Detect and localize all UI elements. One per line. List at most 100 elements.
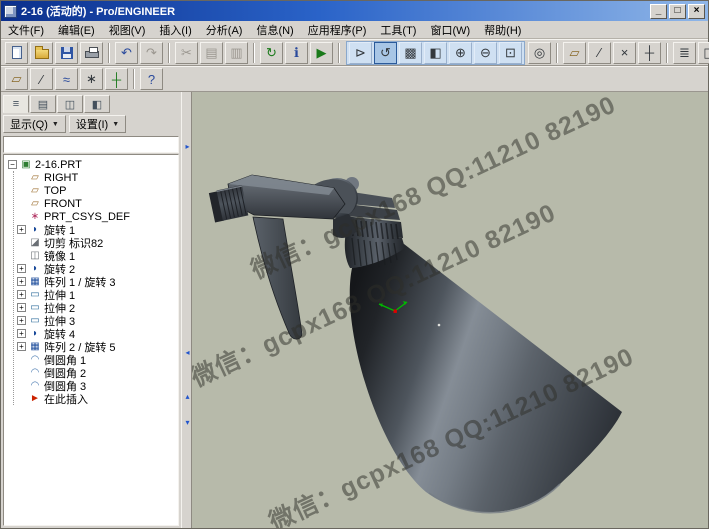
menu-item-file[interactable]: 文件(F)	[1, 20, 51, 40]
favorites-tab[interactable]: ◫	[57, 95, 83, 113]
part-icon: ▣	[20, 159, 32, 170]
tree-item[interactable]: ▱ FRONT	[14, 197, 177, 210]
shaded-display-button[interactable]: ◧	[424, 42, 447, 64]
menu-item-edit[interactable]: 编辑(E)	[51, 20, 102, 40]
graphics-viewport[interactable]: 微信：gcpx168 QQ:11210 82190 微信：gcpx168 QQ:…	[192, 92, 708, 528]
redo-button[interactable]: ↷	[140, 42, 163, 64]
undo-button[interactable]: ↶	[115, 42, 138, 64]
expand-icon[interactable]: +	[17, 264, 26, 273]
tree-item[interactable]: + ▦ 阵列 1 / 旋转 3	[14, 275, 177, 288]
tree-item[interactable]: ◫ 镜像 1	[14, 249, 177, 262]
view-manager-icon: ◨	[703, 45, 709, 61]
tree-item[interactable]: ◠ 倒圆角 3	[14, 379, 177, 392]
datum-plane-toggle-button[interactable]: ▱	[563, 42, 586, 64]
toolbar-separator	[253, 43, 255, 63]
regenerate-button[interactable]: ↻	[260, 42, 283, 64]
tree-settings-button[interactable]: 设置(I) ▼	[69, 115, 126, 133]
tree-filter-input[interactable]	[3, 136, 179, 153]
datum-point-tool-icon: ∗	[86, 71, 97, 87]
tree-item[interactable]: ▱ RIGHT	[14, 171, 177, 184]
datum-axis-toggle-button[interactable]: ∕	[588, 42, 611, 64]
connections-tab[interactable]: ◧	[84, 95, 110, 113]
menu-item-tools[interactable]: 工具(T)	[373, 20, 423, 40]
datum-point-tool-button[interactable]: ∗	[80, 68, 103, 90]
tree-item[interactable]: + ▦ 阵列 2 / 旋转 5	[14, 340, 177, 353]
revolve-icon: ◗	[29, 328, 41, 339]
mirror-icon: ◫	[29, 250, 41, 261]
expand-icon[interactable]: +	[17, 277, 26, 286]
csys-toggle-button[interactable]: ┼	[638, 42, 661, 64]
tree-item[interactable]: ∗ PRT_CSYS_DEF	[14, 210, 177, 223]
datum-axis-tool-button[interactable]: ∕	[30, 68, 53, 90]
cut-button[interactable]: ✂	[175, 42, 198, 64]
collapse-icon[interactable]: −	[8, 160, 17, 169]
zoom-out-button[interactable]: ⊖	[474, 42, 497, 64]
expand-icon[interactable]: +	[17, 225, 26, 234]
smart-select-icon: ⊳	[355, 45, 366, 61]
copy-button[interactable]: ▤	[200, 42, 223, 64]
smart-select-button[interactable]: ⊳	[349, 42, 372, 64]
model-tree-tab[interactable]: ≡	[3, 95, 29, 113]
refit-button[interactable]: ⊡	[499, 42, 522, 64]
open-file-button[interactable]	[30, 42, 53, 64]
datum-curve-tool-button[interactable]: ≈	[55, 68, 78, 90]
tree-item[interactable]: ◪ 切剪 标识82	[14, 236, 177, 249]
menu-item-applications[interactable]: 应用程序(P)	[301, 20, 374, 40]
datum-csys-tool-button[interactable]: ┼	[105, 68, 128, 90]
menu-item-insert[interactable]: 插入(I)	[152, 20, 198, 40]
expand-icon[interactable]: +	[17, 329, 26, 338]
expand-icon[interactable]: +	[17, 342, 26, 351]
model-info-button[interactable]: ℹ	[285, 42, 308, 64]
minimize-button[interactable]: _	[650, 4, 667, 19]
expand-icon[interactable]: +	[17, 303, 26, 312]
folder-browser-tab[interactable]: ▤	[30, 95, 56, 113]
context-help-icon: ?	[148, 72, 155, 87]
expand-icon[interactable]: +	[17, 316, 26, 325]
expand-icon[interactable]: +	[17, 290, 26, 299]
save-file-button[interactable]	[55, 42, 78, 64]
revolve-icon: ◗	[29, 224, 41, 235]
new-file-button[interactable]	[5, 42, 28, 64]
tree-item[interactable]: + ▭ 拉伸 1	[14, 288, 177, 301]
tree-item[interactable]: ◠ 倒圆角 2	[14, 366, 177, 379]
panel-splitter[interactable]: ▸ ◂ ▴ ▾	[181, 92, 192, 528]
menu-item-help[interactable]: 帮助(H)	[477, 20, 528, 40]
model-player-button[interactable]: ▶	[310, 42, 333, 64]
menu-item-analysis[interactable]: 分析(A)	[199, 20, 250, 40]
close-button[interactable]: ×	[688, 4, 705, 19]
csys-icon: ∗	[29, 211, 41, 222]
sash-down-icon[interactable]: ▾	[183, 418, 192, 428]
view-manager-button[interactable]: ◨	[698, 42, 709, 64]
tree-item-insert-here[interactable]: ► 在此插入	[14, 392, 177, 405]
datum-plane-tool-button[interactable]: ▱	[5, 68, 28, 90]
tree-item[interactable]: ◠ 倒圆角 1	[14, 353, 177, 366]
datum-plane-icon: ▱	[29, 198, 41, 209]
tree-item[interactable]: + ▭ 拉伸 3	[14, 314, 177, 327]
menu-item-view[interactable]: 视图(V)	[102, 20, 153, 40]
chevron-down-icon: ▼	[112, 121, 119, 128]
print-button[interactable]	[80, 42, 103, 64]
layers-button[interactable]: ≣	[673, 42, 696, 64]
spray-bottle-model[interactable]	[192, 92, 708, 528]
datum-curve-tool-icon: ≈	[63, 72, 70, 87]
datum-point-toggle-button[interactable]: ×	[613, 42, 636, 64]
menu-item-window[interactable]: 窗口(W)	[423, 20, 477, 40]
repaint-button[interactable]: ▩	[399, 42, 422, 64]
maximize-button[interactable]: □	[669, 4, 686, 19]
titlebar[interactable]: 2-16 (活动的) - Pro/ENGINEER _ □ ×	[1, 1, 708, 21]
spin-center-button[interactable]: ↺	[374, 42, 397, 64]
sash-open-icon[interactable]: ▸	[183, 142, 192, 152]
tree-item[interactable]: + ▭ 拉伸 2	[14, 301, 177, 314]
sash-close-icon[interactable]: ◂	[183, 348, 192, 358]
sash-up-icon[interactable]: ▴	[183, 392, 192, 402]
menu-item-info[interactable]: 信息(N)	[249, 20, 300, 40]
zoom-in-button[interactable]: ⊕	[449, 42, 472, 64]
tree-show-button[interactable]: 显示(Q) ▼	[3, 115, 66, 133]
tree-settings-label: 设置(I)	[76, 116, 108, 132]
revolve-icon: ◗	[29, 263, 41, 274]
paste-button[interactable]: ▥	[225, 42, 248, 64]
reorient-button[interactable]: ◎	[528, 42, 551, 64]
tree-item-root[interactable]: − ▣ 2-16.PRT	[5, 158, 177, 171]
tree-item[interactable]: ▱ TOP	[14, 184, 177, 197]
context-help-button[interactable]: ?	[140, 68, 163, 90]
